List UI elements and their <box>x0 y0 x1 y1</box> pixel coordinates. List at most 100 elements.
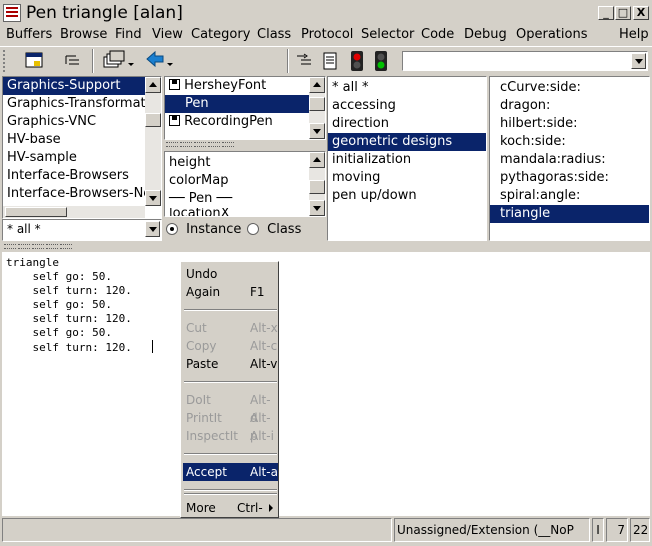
scroll-down-icon[interactable] <box>309 123 325 139</box>
scroll-up-icon[interactable] <box>309 77 325 93</box>
menu-code[interactable]: Code <box>419 26 456 46</box>
list-item-selector[interactable]: pythagoras:side: <box>490 169 649 187</box>
status-column: 22 <box>630 518 650 542</box>
list-item-protocol[interactable]: pen up/down <box>328 187 486 205</box>
menu-buffers[interactable]: Buffers <box>4 26 54 46</box>
menu-separator <box>184 453 277 455</box>
close-button[interactable]: X <box>633 6 649 20</box>
toolbar-separator <box>92 49 94 73</box>
radio-selected-icon <box>166 223 178 235</box>
list-item[interactable]: Graphics-Support <box>3 77 147 95</box>
vertical-scrollbar[interactable] <box>309 77 325 139</box>
list-item-selector[interactable]: mandala:radius: <box>490 151 649 169</box>
list-item-class[interactable]: Pen <box>165 95 309 113</box>
menu-item-printit: PrintIt Alt-p <box>186 411 271 443</box>
code-line: self turn: 120. <box>6 341 132 354</box>
stop-traffic-light-icon[interactable] <box>344 49 370 73</box>
menu-find[interactable]: Find <box>113 26 144 46</box>
splitter[interactable] <box>164 141 326 149</box>
menu-item-paste[interactable]: Paste Alt-v <box>183 355 278 373</box>
scroll-thumb[interactable] <box>145 113 161 127</box>
vertical-scrollbar[interactable] <box>145 77 161 206</box>
list-item[interactable]: HV-base <box>3 131 161 149</box>
maximize-button[interactable]: □ <box>615 6 631 20</box>
code-line: triangle <box>6 256 59 269</box>
scroll-thumb[interactable] <box>309 97 325 111</box>
menu-browse[interactable]: Browse <box>58 26 109 46</box>
scroll-up-icon[interactable] <box>309 152 325 168</box>
combo-dropdown-icon[interactable] <box>631 53 646 69</box>
filter-dropdown-icon[interactable] <box>145 221 160 237</box>
list-item-selector[interactable]: koch:side: <box>490 133 649 151</box>
scroll-down-icon[interactable] <box>145 190 161 206</box>
menu-category[interactable]: Category <box>189 26 252 46</box>
scroll-thumb[interactable] <box>309 180 325 194</box>
list-item[interactable]: Interface-Browsers <box>3 167 161 185</box>
menu-separator <box>184 309 277 311</box>
list-item-selector[interactable]: cCurve:side: <box>490 79 649 97</box>
scroll-down-icon[interactable] <box>309 200 325 216</box>
toolbar-combo[interactable] <box>402 51 648 71</box>
list-item-selector[interactable]: hilbert:side: <box>490 115 649 133</box>
horizontal-scrollbar[interactable] <box>3 206 145 218</box>
hscroll-thumb[interactable] <box>5 207 67 217</box>
classes-list[interactable]: HersheyFont Pen RecordingPen <box>164 76 326 140</box>
windows-icon[interactable] <box>100 49 138 73</box>
list-item-protocol[interactable]: initialization <box>328 151 486 169</box>
list-item[interactable]: Graphics-Transformati <box>3 95 161 113</box>
toolbar <box>0 46 652 74</box>
list-item-selector[interactable]: dragon: <box>490 97 649 115</box>
submenu-arrow-icon <box>269 504 273 512</box>
menu-class[interactable]: Class <box>255 26 293 46</box>
class-label: Class <box>267 222 302 237</box>
list-item-protocol[interactable]: * all * <box>328 79 486 97</box>
list-item-variable[interactable]: locationX <box>165 208 325 216</box>
menu-item-more[interactable]: More Ctrl- <box>183 499 278 517</box>
list-item-protocol[interactable]: direction <box>328 115 486 133</box>
menu-protocol[interactable]: Protocol <box>299 26 355 46</box>
menu-item-again[interactable]: Again F1 <box>183 283 278 301</box>
class-radio[interactable]: Class <box>247 221 301 241</box>
list-item-protocol[interactable]: moving <box>328 169 486 187</box>
list-item[interactable]: HV-sample <box>3 149 161 167</box>
menu-item-inspectit: InspectIt Alt-i <box>186 429 274 443</box>
back-arrow-icon[interactable] <box>144 49 176 73</box>
vertical-scrollbar[interactable] <box>309 152 325 216</box>
code-editor[interactable]: triangle self go: 50. self turn: 120. se… <box>2 252 650 516</box>
list-item-variable[interactable]: height <box>165 154 325 172</box>
list-item-selector[interactable]: triangle <box>490 205 649 223</box>
list-item[interactable]: Graphics-VNC <box>3 113 161 131</box>
toolbar-separator <box>287 49 289 73</box>
menu-view[interactable]: View <box>150 26 185 46</box>
list-item-protocol[interactable]: geometric designs <box>328 133 486 151</box>
menu-item-accept[interactable]: Accept Alt-a <box>183 463 278 481</box>
minimize-button[interactable]: _ <box>598 6 614 20</box>
package-filter-combo[interactable]: * all * <box>2 219 162 241</box>
list-item[interactable]: Interface-Browsers-Ne <box>3 185 161 203</box>
document-icon[interactable] <box>318 49 344 73</box>
list-item-selector[interactable]: spiral:angle: <box>490 187 649 205</box>
format-icon[interactable] <box>292 49 318 73</box>
list-item-class[interactable]: RecordingPen <box>165 113 325 131</box>
menu-operations[interactable]: Operations <box>514 26 589 46</box>
menu-help[interactable]: Help <box>617 26 651 46</box>
list-item-class[interactable]: HersheyFont <box>165 77 325 95</box>
splitter[interactable] <box>2 243 650 251</box>
menu-item-undo[interactable]: Undo <box>183 265 278 283</box>
list-item-variable[interactable]: colorMap <box>165 172 325 190</box>
menu-debug[interactable]: Debug <box>462 26 509 46</box>
toolbar-grip[interactable] <box>3 50 7 72</box>
list-item-protocol[interactable]: accessing <box>328 97 486 115</box>
packages-list[interactable]: Graphics-Support Graphics-Transformati G… <box>2 76 162 219</box>
protocols-list[interactable]: * all * accessing direction geometric de… <box>327 76 487 241</box>
variables-list[interactable]: height colorMap ── Pen ── locationX <box>164 151 326 217</box>
instance-radio[interactable]: Instance <box>166 221 241 241</box>
app-icon[interactable] <box>3 4 21 22</box>
hierarchy-icon[interactable] <box>60 49 86 73</box>
new-browser-icon[interactable] <box>22 49 48 73</box>
scroll-up-icon[interactable] <box>145 77 161 93</box>
menu-selector[interactable]: Selector <box>359 26 416 46</box>
list-item-variable[interactable]: ── Pen ── <box>165 190 325 208</box>
go-traffic-light-icon[interactable] <box>368 49 394 73</box>
selectors-list[interactable]: cCurve:side: dragon: hilbert:side: koch:… <box>489 76 650 241</box>
